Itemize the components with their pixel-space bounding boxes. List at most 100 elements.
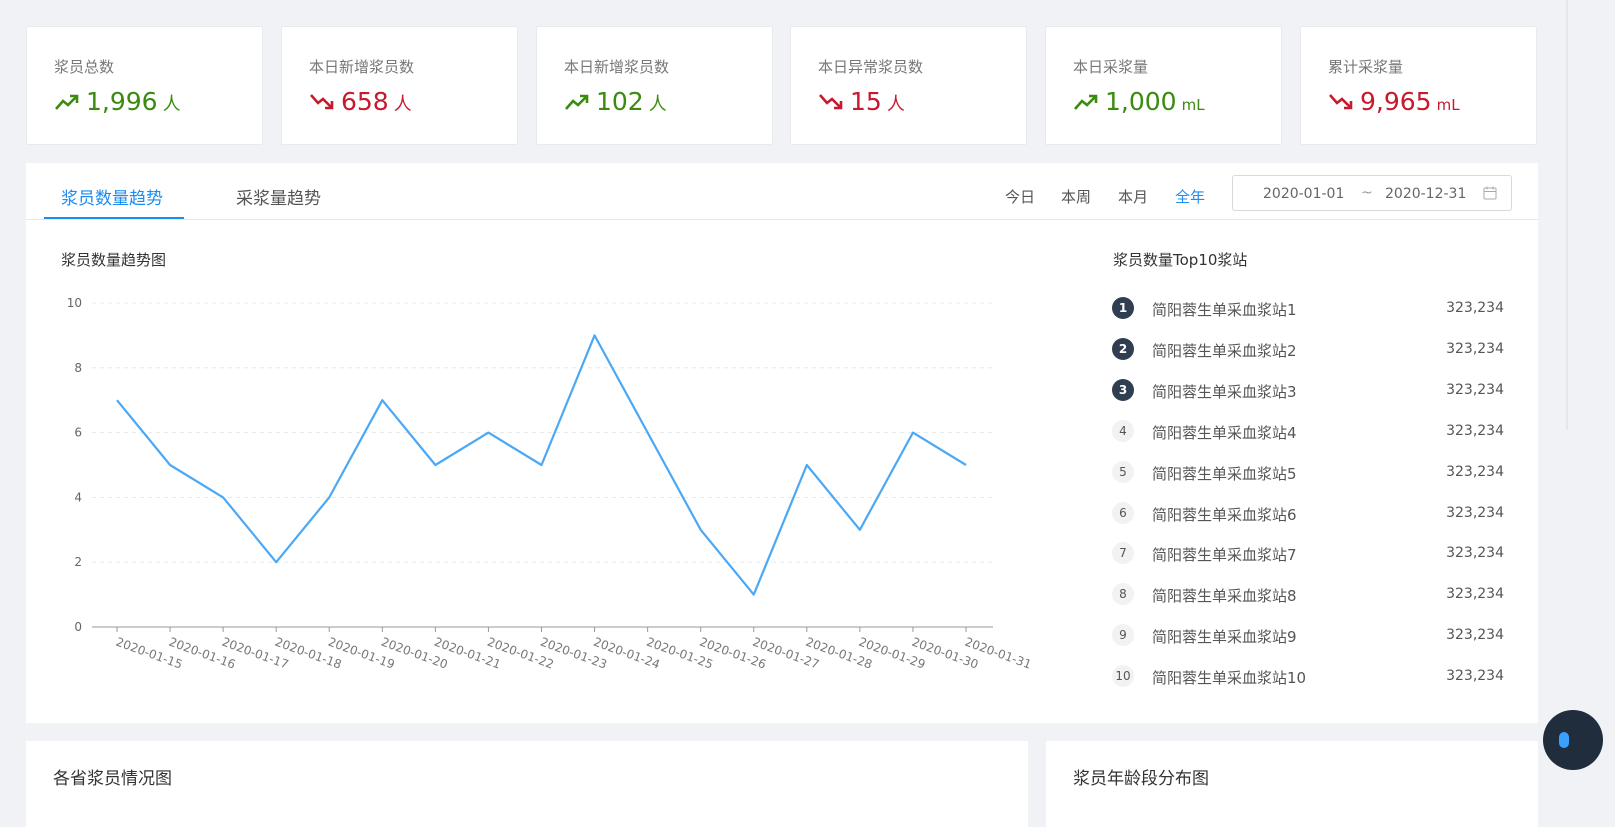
data-point: [168, 463, 173, 468]
date-start[interactable]: 2020-01-01: [1263, 186, 1344, 202]
data-point: [115, 398, 120, 403]
tab-plasma-volume-trend[interactable]: 采浆量趋势: [236, 184, 321, 209]
stat-label: 浆员总数: [54, 58, 115, 76]
rank-station-name: 简阳蓉生单采血浆站6: [1152, 505, 1297, 524]
period-week[interactable]: 本周: [1061, 186, 1091, 207]
data-point: [804, 463, 809, 468]
stat-card-new-donors-today: 本日新增浆员数 658 人: [281, 26, 518, 145]
floating-action-button[interactable]: [1543, 710, 1603, 770]
scrollbar[interactable]: [1566, 0, 1568, 430]
rank-station-name: 简阳蓉生单采血浆站9: [1152, 628, 1297, 647]
rank-station-name: 简阳蓉生单采血浆站10: [1152, 669, 1307, 688]
data-point: [910, 430, 915, 435]
floating-button-icon: [1559, 732, 1569, 748]
stat-value: 1,996: [86, 87, 158, 116]
age-distribution-card: 浆员年龄段分布图: [1046, 741, 1538, 827]
stat-unit: mL: [1436, 96, 1460, 114]
rank-badge: 8: [1112, 583, 1134, 606]
rank-station-value: 323,234: [1446, 463, 1504, 480]
province-donor-card: 各省浆员情况图: [26, 741, 1028, 827]
stat-card-plasma-today: 本日采浆量 1,000 mL: [1045, 26, 1282, 145]
stat-value: 658: [341, 87, 389, 116]
calendar-icon[interactable]: [1483, 186, 1497, 200]
donor-trend-line-chart: 02468102020-01-152020-01-162020-01-17202…: [67, 296, 1034, 672]
y-tick-label: 10: [67, 296, 82, 310]
date-end[interactable]: 2020-12-31: [1385, 186, 1466, 202]
trend-panel: 浆员数量趋势 采浆量趋势 今日 本周 本月 全年 2020-01-01 ~ 20…: [26, 163, 1538, 723]
rank-item: 9 简阳蓉生单采血浆站9 323,234: [1112, 624, 1504, 648]
rank-station-value: 323,234: [1446, 504, 1504, 521]
rank-item: 3 简阳蓉生单采血浆站3 323,234: [1112, 378, 1504, 403]
rank-badge: 5: [1112, 460, 1134, 483]
rank-station-value: 323,234: [1446, 545, 1504, 562]
rank-station-value: 323,234: [1446, 422, 1504, 439]
stat-unit: mL: [1181, 96, 1205, 114]
rank-badge: 10: [1112, 665, 1134, 688]
stat-value-row: 9,965 mL: [1328, 87, 1460, 116]
rank-station-value: 323,234: [1446, 381, 1504, 398]
tab-bar: 浆员数量趋势 采浆量趋势 今日 本周 本月 全年 2020-01-01 ~ 20…: [26, 163, 1538, 220]
rank-station-name: 简阳蓉生单采血浆站3: [1152, 382, 1297, 401]
date-range-picker[interactable]: 2020-01-01 ~ 2020-12-31: [1232, 175, 1512, 211]
y-tick-label: 4: [74, 490, 82, 504]
rank-badge: 7: [1112, 542, 1134, 565]
stat-label: 本日新增浆员数: [309, 58, 415, 76]
rank-station-value: 323,234: [1446, 300, 1504, 316]
active-tab-indicator: [44, 217, 184, 219]
stat-value-row: 658 人: [309, 87, 412, 116]
trend-up-icon: [1074, 94, 1098, 110]
rank-badge: 1: [1112, 297, 1134, 319]
data-point: [857, 527, 862, 532]
data-point: [380, 398, 385, 403]
rank-title: 浆员数量Top10浆站: [1113, 251, 1248, 269]
rank-station-name: 简阳蓉生单采血浆站2: [1152, 341, 1297, 360]
y-tick-label: 8: [74, 361, 82, 375]
data-point: [433, 463, 438, 468]
stat-value: 1,000: [1105, 87, 1177, 116]
chart-title: 浆员数量趋势图: [61, 251, 167, 269]
stat-unit: 人: [886, 94, 905, 115]
age-distribution-title: 浆员年龄段分布图: [1073, 769, 1209, 789]
y-tick-label: 2: [74, 555, 82, 569]
stat-value-row: 1,996 人: [54, 87, 181, 116]
province-donor-title: 各省浆员情况图: [53, 769, 172, 789]
stat-label: 本日采浆量: [1073, 58, 1149, 76]
stat-card-new-donors-today-2: 本日新增浆员数 102 人: [536, 26, 773, 145]
stat-card-plasma-total: 累计采浆量 9,965 mL: [1300, 26, 1537, 145]
stat-value: 9,965: [1360, 87, 1432, 116]
rank-item: 4 简阳蓉生单采血浆站4 323,234: [1112, 419, 1504, 444]
period-today[interactable]: 今日: [1005, 186, 1035, 207]
rank-item: 10 简阳蓉生单采血浆站10 323,234: [1112, 665, 1504, 689]
data-point: [592, 333, 597, 338]
rank-station-name: 简阳蓉生单采血浆站7: [1152, 546, 1297, 565]
y-tick-label: 6: [74, 426, 82, 440]
rank-badge: 6: [1112, 501, 1134, 524]
y-tick-label: 0: [74, 620, 82, 634]
rank-item: 2 简阳蓉生单采血浆站2 323,234: [1112, 337, 1504, 362]
rank-item: 6 简阳蓉生单采血浆站6 323,234: [1112, 501, 1504, 526]
rank-badge: 4: [1112, 419, 1134, 442]
rank-station-value: 323,234: [1446, 586, 1504, 603]
stat-value: 15: [850, 87, 882, 116]
data-point: [486, 430, 491, 435]
rank-station-name: 简阳蓉生单采血浆站1: [1152, 301, 1297, 319]
rank-item: 5 简阳蓉生单采血浆站5 323,234: [1112, 460, 1504, 485]
date-separator: ~: [1361, 185, 1373, 201]
trend-down-icon: [1329, 93, 1353, 109]
rank-station-name: 简阳蓉生单采血浆站4: [1152, 423, 1297, 442]
data-point: [645, 430, 650, 435]
rank-badge: 3: [1112, 378, 1134, 401]
period-month[interactable]: 本月: [1118, 186, 1148, 207]
stat-value-row: 1,000 mL: [1073, 87, 1205, 116]
tab-donor-count-trend[interactable]: 浆员数量趋势: [61, 184, 163, 209]
data-point: [221, 495, 226, 500]
stat-value-row: 102 人: [564, 87, 667, 116]
period-year[interactable]: 全年: [1175, 186, 1205, 207]
rank-station-value: 323,234: [1446, 668, 1504, 685]
data-point: [964, 463, 969, 468]
rank-station-name: 简阳蓉生单采血浆站5: [1152, 464, 1297, 483]
trend-up-icon: [55, 94, 79, 110]
rank-item: 1 简阳蓉生单采血浆站1 323,234: [1112, 297, 1504, 321]
stat-label: 本日新增浆员数: [564, 58, 670, 76]
data-point: [751, 592, 756, 597]
